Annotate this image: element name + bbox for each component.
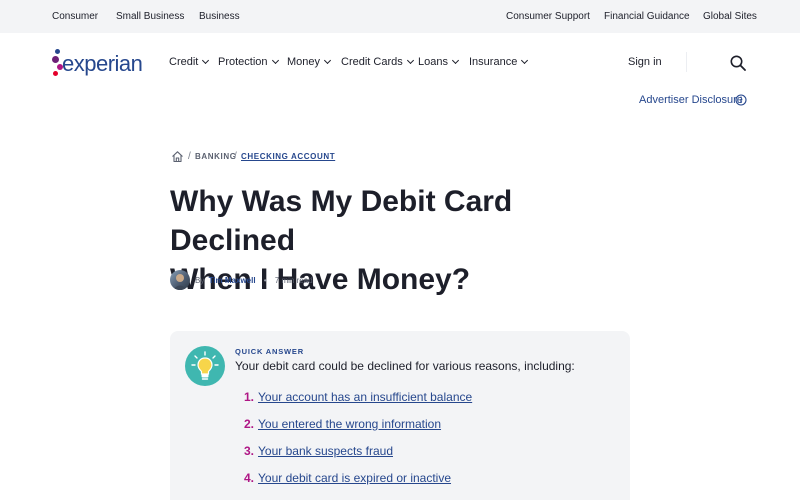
quick-answer-intro: Your debit card could be declined for va… [235,359,575,373]
utility-link-global-sites[interactable]: Global Sites [703,11,757,22]
breadcrumb-banking[interactable]: BANKING [195,152,237,161]
list-item: 4. Your debit card is expired or inactive [244,471,451,485]
utility-link-financial-guidance[interactable]: Financial Guidance [604,11,690,22]
nav-credit-cards[interactable]: Credit Cards [341,56,414,68]
logo-wordmark: experian [62,51,143,76]
nav-credit-label: Credit [169,56,199,68]
author-byline: By Tim Maxwell • 7 min read [195,276,313,285]
search-icon[interactable] [730,55,746,71]
byline-by: By [195,276,205,285]
chevron-down-icon [521,56,529,65]
utility-link-consumer-support[interactable]: Consumer Support [506,11,590,22]
home-icon[interactable] [171,150,184,163]
author-avatar[interactable] [170,270,190,290]
utility-bar: Consumer Small Business Business Consume… [0,0,800,33]
list-item-number: 2. [244,417,255,431]
nav-credit[interactable]: Credit [169,56,210,68]
nav-insurance-label: Insurance [469,56,518,68]
lightbulb-icon [185,346,225,386]
chevron-down-icon [451,56,460,65]
list-item-number: 4. [244,471,255,485]
list-item-number: 1. [244,390,255,404]
info-icon[interactable] [735,94,747,106]
chevron-down-icon [323,56,332,65]
chevron-down-icon [202,56,210,65]
utility-link-business[interactable]: Business [199,11,240,22]
byline-dot: • [263,276,267,285]
breadcrumb-checking-account[interactable]: CHECKING ACCOUNT [241,152,335,161]
page-title-line-1: Why Was My Debit Card Declined [170,185,513,257]
author-name-link[interactable]: Tim Maxwell [209,276,256,285]
quick-answer-link-suspected-fraud[interactable]: Your bank suspects fraud [258,444,393,458]
nav-insurance[interactable]: Insurance [469,56,529,68]
quick-answer-link-expired-card[interactable]: Your debit card is expired or inactive [258,471,451,485]
nav-loans[interactable]: Loans [418,56,460,68]
quick-answer-link-wrong-information[interactable]: You entered the wrong information [258,417,441,431]
nav-protection[interactable]: Protection [218,56,279,68]
nav-money[interactable]: Money [287,56,332,68]
nav-loans-label: Loans [418,56,448,68]
header-divider [686,52,687,72]
chevron-down-icon [406,56,414,65]
list-item-number: 3. [244,444,255,458]
chevron-down-icon [271,56,279,65]
advertiser-disclosure-link[interactable]: Advertiser Disclosure [639,94,743,106]
nav-credit-cards-label: Credit Cards [341,56,403,68]
quick-answer-box: QUICK ANSWER Your debit card could be de… [170,331,630,500]
sign-in-link[interactable]: Sign in [628,56,662,68]
list-item: 2. You entered the wrong information [244,417,441,431]
nav-protection-label: Protection [218,56,268,68]
experian-logo[interactable]: experian [52,48,147,80]
list-item: 1. Your account has an insufficient balan… [244,390,472,404]
nav-money-label: Money [287,56,321,68]
list-item: 3. Your bank suspects fraud [244,444,393,458]
breadcrumb-separator: / [188,151,191,162]
utility-link-small-business[interactable]: Small Business [116,11,184,22]
read-time: 7 min read [274,276,313,285]
quick-answer-label: QUICK ANSWER [235,347,304,356]
utility-link-consumer[interactable]: Consumer [52,11,98,22]
breadcrumb-separator: / [234,151,237,162]
quick-answer-link-insufficient-balance[interactable]: Your account has an insufficient balance [258,390,472,404]
